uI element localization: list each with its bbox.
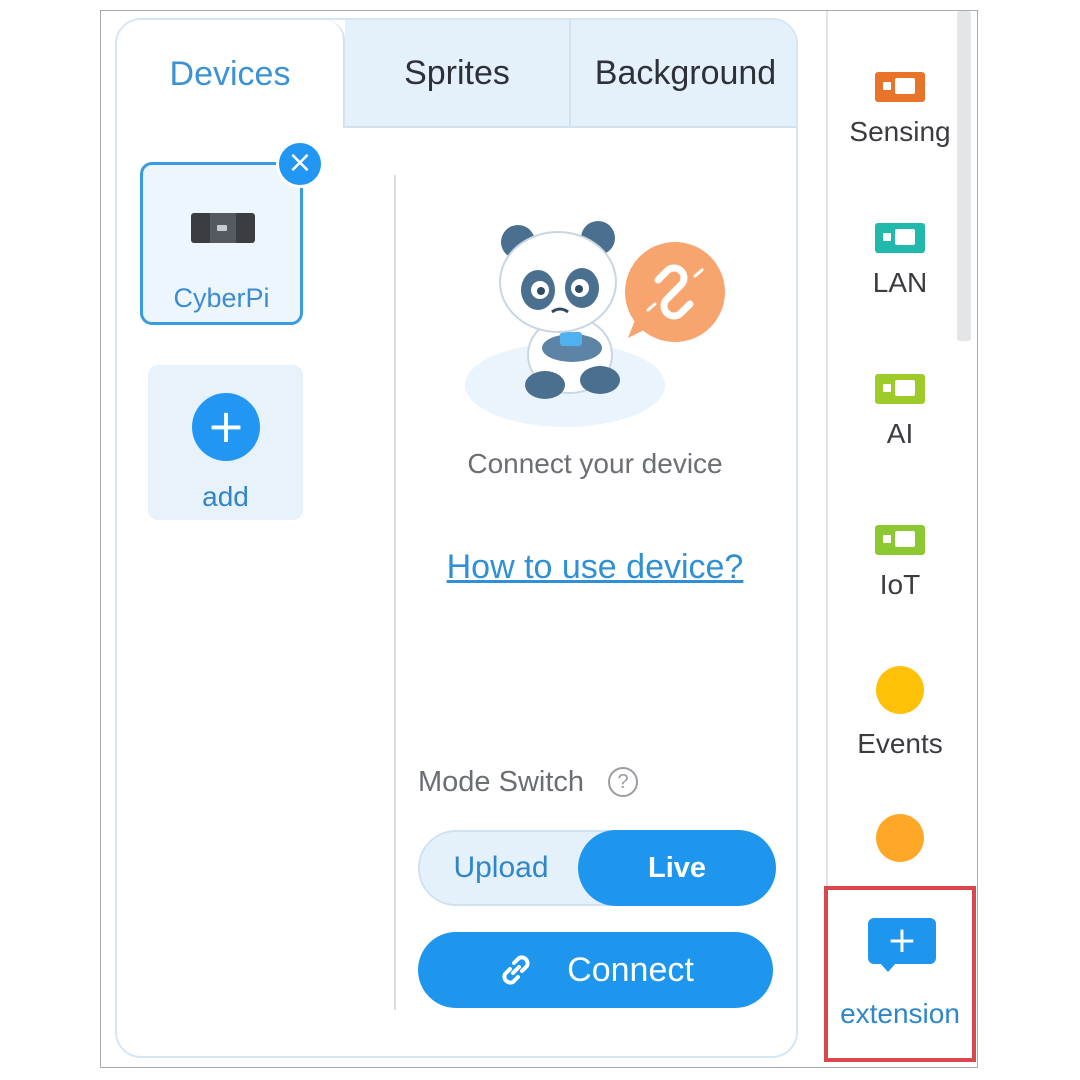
tab-sprites[interactable]: Sprites xyxy=(345,20,571,126)
chip-icon xyxy=(875,374,925,404)
category-sensing[interactable]: Sensing xyxy=(826,72,974,148)
add-extension-icon: + xyxy=(868,918,936,972)
device-card-cyberpi[interactable]: CyberPi xyxy=(140,162,303,325)
add-device-label: add xyxy=(202,481,249,512)
connect-button[interactable]: Connect xyxy=(418,932,773,1008)
category-control[interactable] xyxy=(826,814,974,876)
category-label: LAN xyxy=(872,267,928,298)
plus-icon: + xyxy=(192,393,260,461)
tab-bar: Devices Sprites Background xyxy=(117,20,796,128)
link-icon xyxy=(502,955,530,985)
category-lan[interactable]: LAN xyxy=(826,223,974,299)
category-ai[interactable]: AI xyxy=(826,374,974,450)
dot-icon xyxy=(876,814,924,862)
category-label: IoT xyxy=(879,569,921,600)
remove-device-button[interactable]: × xyxy=(276,140,324,188)
category-events[interactable]: Events xyxy=(826,666,974,760)
mode-switch-label: Mode Switch xyxy=(418,766,585,798)
live-mode-option[interactable]: Live xyxy=(578,830,776,906)
chip-icon xyxy=(875,72,925,102)
category-label: AI xyxy=(886,418,914,449)
mode-switch-toggle: Upload Live xyxy=(418,830,776,906)
tab-background[interactable]: Background xyxy=(571,20,796,126)
device-name: CyberPi xyxy=(173,283,270,313)
how-to-use-device-link[interactable]: How to use device? xyxy=(400,548,790,587)
add-device-button[interactable]: + add xyxy=(148,365,303,520)
category-iot[interactable]: IoT xyxy=(826,525,974,601)
category-label: Events xyxy=(857,728,943,759)
panel-divider xyxy=(394,175,396,1010)
disconnected-panda-illustration xyxy=(465,221,725,427)
upload-mode-option[interactable]: Upload xyxy=(420,832,582,904)
chip-icon xyxy=(875,525,925,555)
extension-button[interactable]: + extension xyxy=(824,886,976,1062)
connection-status-text: Connect your device xyxy=(467,448,723,479)
tab-devices[interactable]: Devices xyxy=(117,20,345,128)
question-mark-icon[interactable]: ? xyxy=(608,767,638,797)
connect-button-label: Connect xyxy=(567,950,694,989)
category-label: Sensing xyxy=(849,116,951,147)
chip-icon xyxy=(875,223,925,253)
dot-icon xyxy=(876,666,924,714)
extension-label: extension xyxy=(840,998,960,1029)
cyberpi-device-icon xyxy=(191,213,255,243)
